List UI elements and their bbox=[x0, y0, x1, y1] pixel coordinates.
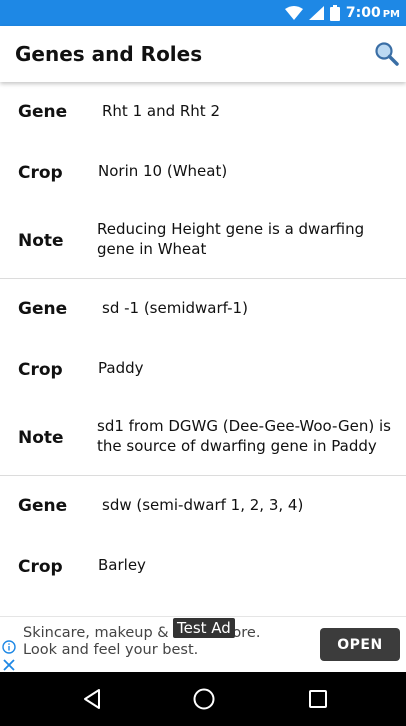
open-button[interactable]: OPEN bbox=[320, 628, 400, 661]
crop-value: Norin 10 (Wheat) bbox=[98, 162, 228, 180]
crop-value: Barley bbox=[98, 556, 146, 574]
app-bar: Genes and Roles bbox=[0, 26, 406, 82]
gene-row: Gene Rht 1 and Rht 2 bbox=[0, 82, 406, 142]
crop-label: Crop bbox=[18, 162, 63, 183]
gene-label: Gene bbox=[18, 299, 68, 319]
recents-button[interactable] bbox=[306, 687, 330, 711]
home-icon bbox=[193, 688, 215, 710]
ad-banner[interactable]: Skincare, makeup & much more. Look and f… bbox=[0, 616, 406, 672]
status-time: 7:00 PM bbox=[345, 5, 400, 21]
crop-row: Crop Paddy bbox=[0, 339, 406, 400]
gene-label: Gene bbox=[18, 102, 68, 122]
home-button[interactable] bbox=[192, 687, 216, 711]
gene-label: Gene bbox=[18, 496, 68, 516]
gene-row: Gene sd -1 (semidwarf-1) bbox=[0, 279, 406, 339]
note-row: Note sd1 from DGWG (Dee-Gee-Woo-Gen) is … bbox=[0, 400, 406, 475]
crop-value: Paddy bbox=[98, 359, 144, 377]
back-button[interactable] bbox=[80, 687, 104, 711]
nav-bar bbox=[0, 672, 406, 726]
back-icon bbox=[84, 689, 100, 709]
note-label: Note bbox=[18, 230, 64, 251]
genes-list[interactable]: Gene Rht 1 and Rht 2 Crop Norin 10 (Whea… bbox=[0, 82, 406, 616]
page-title: Genes and Roles bbox=[15, 42, 203, 66]
gene-value: sdw (semi-dwarf 1, 2, 3, 4) bbox=[102, 496, 304, 514]
crop-label: Crop bbox=[18, 359, 63, 380]
status-bar: 7:00 PM bbox=[0, 0, 406, 26]
list-item[interactable]: Gene sd -1 (semidwarf-1) Crop Paddy Note… bbox=[0, 279, 406, 476]
info-icon[interactable] bbox=[2, 639, 16, 658]
ad-text[interactable]: Skincare, makeup & much more. Look and f… bbox=[23, 625, 298, 659]
note-label: Note bbox=[18, 427, 64, 448]
list-item[interactable]: Gene Rht 1 and Rht 2 Crop Norin 10 (Whea… bbox=[0, 82, 406, 279]
crop-label: Crop bbox=[18, 556, 63, 577]
note-value: Reducing Height gene is a dwarfing gene … bbox=[97, 220, 365, 258]
search-icon bbox=[375, 42, 399, 66]
search-button[interactable] bbox=[372, 39, 402, 69]
recents-icon bbox=[309, 690, 327, 708]
crop-row: Crop Norin 10 (Wheat) bbox=[0, 142, 406, 203]
gene-value: sd -1 (semidwarf-1) bbox=[102, 299, 248, 317]
signal-icon bbox=[308, 6, 324, 20]
battery-icon bbox=[329, 5, 340, 21]
gene-row: Gene sdw (semi-dwarf 1, 2, 3, 4) bbox=[0, 476, 406, 536]
note-row: Note Reducing Height gene is a dwarfing … bbox=[0, 203, 406, 278]
note-value: sd1 from DGWG (Dee-Gee-Woo-Gen) is the s… bbox=[97, 417, 391, 455]
ad-label: Test Ad bbox=[173, 618, 235, 638]
crop-row: Crop Barley bbox=[0, 536, 406, 597]
gene-value: Rht 1 and Rht 2 bbox=[102, 102, 221, 120]
wifi-icon bbox=[284, 6, 303, 20]
list-item[interactable]: Gene sdw (semi-dwarf 1, 2, 3, 4) Crop Ba… bbox=[0, 476, 406, 597]
